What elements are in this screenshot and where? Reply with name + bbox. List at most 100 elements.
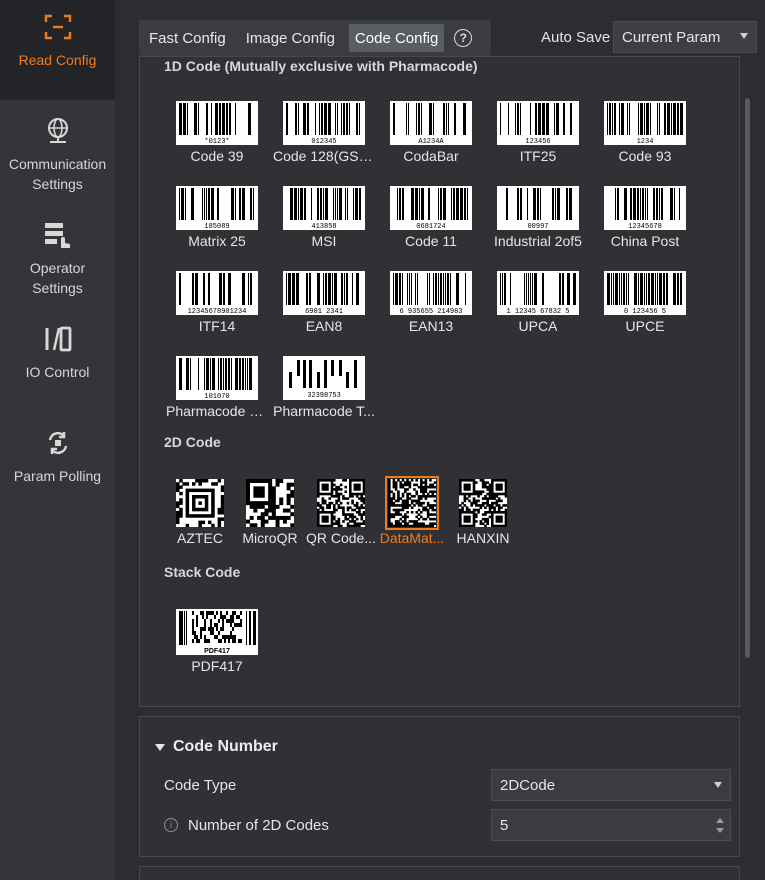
sidebar-item-read-config[interactable]: Read Config — [0, 0, 115, 100]
code-name-label: China Post — [610, 233, 680, 249]
code-name-label: DataMat... — [379, 530, 445, 546]
code-item-1d-13[interactable]: 1 12345 67832 5 UPCA — [487, 271, 589, 334]
sidebar-item-label: Communication Settings — [8, 156, 107, 192]
code-item-1d-3[interactable]: 123456 ITF25 — [487, 101, 589, 164]
code-item-1d-7[interactable]: 0681724 Code 11 — [380, 186, 482, 249]
sidebar-item-io-control[interactable]: IO Control — [0, 324, 115, 382]
globe-network-icon — [43, 116, 73, 146]
tab-image-config[interactable]: Image Config — [240, 24, 341, 52]
code-item-2d-2[interactable]: QR Code... — [305, 479, 377, 546]
polling-icon — [43, 428, 73, 458]
svg-text:6 935655 214983: 6 935655 214983 — [399, 308, 462, 315]
svg-text:32398753: 32398753 — [307, 392, 341, 400]
code-item-1d-10[interactable]: 12345678901234 ITF14 — [166, 271, 268, 334]
sidebar-item-label: IO Control — [25, 364, 90, 380]
code-item-1d-11[interactable]: 6901 2341 EAN8 — [273, 271, 375, 334]
code-item-2d-1[interactable]: MicroQR — [234, 479, 306, 546]
code-item-2d-1-image — [246, 479, 295, 528]
code-item-2d-0-image — [176, 479, 225, 528]
code-name-label: EAN13 — [408, 318, 454, 334]
code-item-1d-16[interactable]: 32398753 Pharmacode T... — [273, 356, 375, 419]
code-item-2d-3[interactable]: DataMat... — [376, 476, 448, 546]
svg-text:413858: 413858 — [311, 223, 336, 230]
count-stepper[interactable]: 5 — [491, 809, 731, 841]
auto-save-label: Auto Save — [541, 29, 611, 46]
code-type-select[interactable]: 2DCode — [491, 769, 731, 801]
sidebar-item-communication-settings[interactable]: Communication Settings — [0, 116, 115, 194]
code-item-1d-8-image: 00997 — [497, 186, 579, 230]
param-select[interactable]: Current Param — [613, 21, 757, 53]
info-icon: i — [164, 818, 178, 832]
code-name-label: Pharmacode T... — [273, 403, 375, 419]
svg-text:12345678901234: 12345678901234 — [188, 308, 247, 315]
code-name-label: Code 39 — [190, 148, 244, 164]
section-title-1d: 1D Code (Mutually exclusive with Pharmac… — [164, 58, 478, 74]
code-item-1d-9-image: 12345678 — [604, 186, 686, 230]
code-item-1d-5[interactable]: 185089 Matrix 25 — [166, 186, 268, 249]
code-item-1d-13-image: 1 12345 67832 5 — [497, 271, 579, 315]
code-item-1d-1[interactable]: 012345 Code 128(GS1... — [273, 101, 375, 164]
code-item-1d-14[interactable]: 0 123456 5 UPCE — [594, 271, 696, 334]
code-item-1d-4-image: 1234 — [604, 101, 686, 145]
code-item-1d-8[interactable]: 00997 Industrial 2of5 — [487, 186, 589, 249]
svg-text:A1234A: A1234A — [418, 138, 444, 145]
svg-text:012345: 012345 — [311, 138, 336, 145]
chevron-down-icon — [740, 33, 748, 39]
code-item-1d-12[interactable]: 6 935655 214983 EAN13 — [380, 271, 482, 334]
code-name-label: MSI — [311, 233, 337, 249]
sidebar-item-param-polling[interactable]: Param Polling — [0, 428, 115, 486]
section-title-2d: 2D Code — [164, 434, 221, 450]
code-name-label: Code 11 — [405, 233, 457, 249]
svg-text:0681724: 0681724 — [416, 223, 445, 230]
count-label: Number of 2D Codes — [188, 817, 329, 834]
section-title-stack: Stack Code — [164, 564, 241, 580]
svg-text:185089: 185089 — [204, 223, 229, 230]
code-item-2d-2-image — [317, 479, 366, 528]
spin-up-icon[interactable] — [716, 818, 724, 823]
spin-down-icon[interactable] — [716, 828, 724, 833]
tab-fast-config[interactable]: Fast Config — [143, 24, 232, 52]
code-item-1d-0-image: *0123* — [176, 101, 258, 145]
code-item-1d-4[interactable]: 1234 Code 93 — [594, 101, 696, 164]
code-item-1d-15[interactable]: 101070 Pharmacode O... — [166, 356, 268, 419]
code-name-label: ITF14 — [198, 318, 236, 334]
scrollbar[interactable] — [745, 98, 750, 658]
svg-text:6901 2341: 6901 2341 — [305, 308, 343, 315]
code-name-label: Industrial 2of5 — [494, 233, 582, 249]
code-item-1d-14-image: 0 123456 5 — [604, 271, 686, 315]
code-item-1d-0[interactable]: *0123* Code 39 — [166, 101, 268, 164]
code-item-2d-4[interactable]: HANXIN — [447, 479, 519, 546]
code-name-label: Code 93 — [618, 148, 672, 164]
code-item-1d-2[interactable]: A1234A CodaBar — [380, 101, 482, 164]
code-name-label: MicroQR — [242, 530, 298, 546]
next-panel — [139, 866, 740, 880]
scan-icon — [43, 12, 73, 42]
code-item-1d-6[interactable]: 413858 MSI — [273, 186, 375, 249]
code-name-label: UPCE — [625, 318, 665, 334]
code-item-stack-0-image: PDF417 — [176, 609, 258, 655]
code-name-label: EAN8 — [305, 318, 343, 334]
code-type-value: 2DCode — [500, 776, 556, 794]
svg-text:PDF417: PDF417 — [204, 648, 230, 655]
chevron-down-icon — [714, 782, 722, 788]
code-name-label: AZTEC — [177, 530, 223, 546]
sidebar-item-label: Operator Settings — [29, 260, 86, 296]
code-name-label: HANXIN — [456, 530, 510, 546]
sidebar-item-operator-settings[interactable]: Operator Settings — [0, 220, 115, 298]
code-item-2d-0[interactable]: AZTEC — [164, 479, 236, 546]
code-item-1d-7-image: 0681724 — [390, 186, 472, 230]
param-select-value: Current Param — [622, 28, 721, 46]
code-item-1d-9[interactable]: 12345678 China Post — [594, 186, 696, 249]
code-item-1d-15-image: 101070 — [176, 356, 258, 400]
code-name-label: QR Code... — [305, 530, 377, 546]
code-number-header[interactable]: Code Number — [155, 738, 278, 756]
sidebar: Read Config Communication Settings Opera… — [0, 0, 115, 880]
code-item-1d-3-image: 123456 — [497, 101, 579, 145]
code-item-stack-0[interactable]: PDF417 PDF417 — [168, 609, 266, 674]
help-icon[interactable]: ? — [454, 29, 473, 47]
svg-text:1234: 1234 — [637, 138, 654, 145]
svg-text:1 12345 67832 5: 1 12345 67832 5 — [506, 308, 569, 315]
code-item-2d-3-image — [385, 476, 439, 530]
tab-code-config[interactable]: Code Config — [348, 24, 445, 52]
code-item-1d-11-image: 6901 2341 — [283, 271, 365, 315]
